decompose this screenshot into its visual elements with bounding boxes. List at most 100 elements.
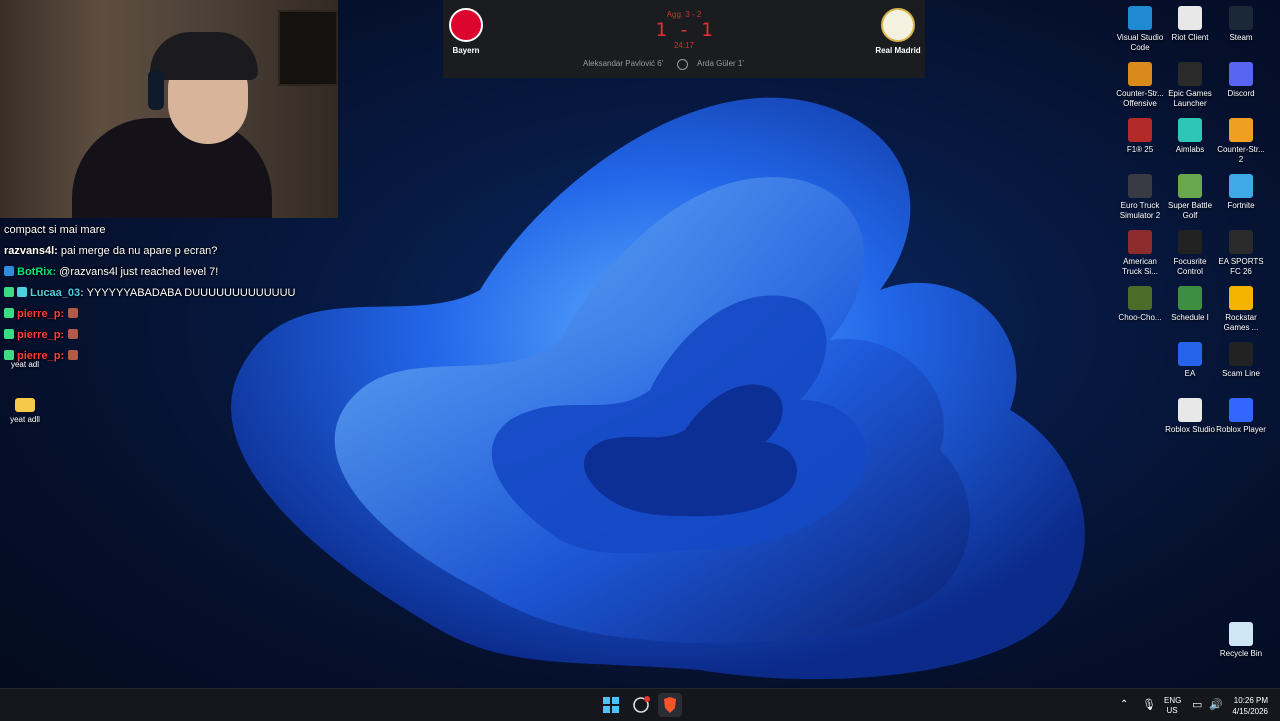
desktop-icon-label: Schedule I bbox=[1171, 313, 1209, 322]
desktop-icon-label: Visual Studio Code bbox=[1116, 33, 1164, 52]
chat-message: pierre_p: bbox=[4, 325, 334, 346]
roblox-studio-icon bbox=[1178, 398, 1202, 422]
desktop-icon-focusrite[interactable]: Focusrite Control bbox=[1165, 230, 1215, 277]
steam-icon bbox=[1229, 6, 1253, 30]
desktop-icon-label: Scam Line bbox=[1222, 369, 1260, 378]
emote-icon bbox=[68, 350, 79, 360]
microphone-icon[interactable]: 🎙 bbox=[1142, 698, 1156, 711]
chat-text: pai merge da nu apare p ecran? bbox=[57, 245, 218, 257]
streamer-cap bbox=[150, 32, 258, 80]
desktop-icon-steam[interactable]: Steam bbox=[1216, 6, 1266, 43]
emote-icon bbox=[68, 308, 79, 318]
desktop-icon-discord[interactable]: Discord bbox=[1216, 62, 1266, 99]
match-scoreboard: Bayern Agg. 3 - 2 1 - 1 24:17 Real Madri… bbox=[443, 0, 925, 78]
desktop-icon-fortnite[interactable]: Fortnite bbox=[1216, 174, 1266, 211]
network-icon[interactable]: ▭ bbox=[1192, 698, 1202, 711]
desktop-icon-cs2[interactable]: Counter-Str... 2 bbox=[1216, 118, 1266, 165]
desktop-icon-label: EA bbox=[1184, 369, 1196, 378]
desktop-icon-roblox[interactable]: Roblox Player bbox=[1216, 398, 1266, 435]
show-hidden-icons-button[interactable]: ⌃ bbox=[1120, 699, 1128, 710]
subscriber-badge-icon bbox=[4, 308, 14, 318]
desktop-icon-label: Riot Client bbox=[1171, 33, 1209, 42]
subscriber-badge-icon bbox=[4, 350, 14, 360]
desktop-icon-label: American Truck Si... bbox=[1122, 257, 1158, 276]
taskbar-app-brave[interactable] bbox=[658, 693, 682, 717]
epic-icon bbox=[1178, 62, 1202, 86]
file-icon bbox=[1178, 6, 1202, 30]
desktop-icon-label: Roblox Studio bbox=[1165, 425, 1215, 434]
desktop-icon-label: Counter-Str... 2 bbox=[1217, 145, 1265, 164]
volume-icon[interactable]: 🔊 bbox=[1209, 698, 1223, 711]
clock[interactable]: 10:26 PM 4/15/2026 bbox=[1228, 695, 1268, 717]
desktop-icon-label: Focusrite Control bbox=[1173, 257, 1207, 276]
chat-overlay: compact si mai mare razvans4l: pai merge… bbox=[4, 212, 334, 367]
chat-username: razvans4l: bbox=[4, 245, 58, 257]
desktop-icon-ea[interactable]: EA bbox=[1165, 342, 1215, 379]
desktop-icon-yeat-adll[interactable]: yeat adll bbox=[0, 398, 50, 425]
desktop-icon-epic[interactable]: Epic Games Launcher bbox=[1165, 62, 1215, 109]
subscriber-badge-icon bbox=[4, 287, 14, 297]
desktop-icon-choo[interactable]: Choo-Cho... bbox=[1115, 286, 1165, 323]
desktop-icon-fc[interactable]: EA SPORTS FC 26 bbox=[1216, 230, 1266, 277]
desktop-icon-label: Steam bbox=[1229, 33, 1253, 42]
vscode-icon bbox=[1128, 6, 1152, 30]
scamline-icon bbox=[1229, 342, 1253, 366]
focusrite-icon bbox=[1178, 230, 1202, 254]
desktop-icon-schedule[interactable]: Schedule I bbox=[1165, 286, 1215, 323]
chat-username: pierre_p: bbox=[17, 329, 65, 341]
chat-message: Lucaa_03: YYYYYYABADABA DUUUUUUUUUUUUU bbox=[4, 283, 334, 304]
desktop-icon-roblox-studio[interactable]: Roblox Studio bbox=[1165, 398, 1215, 435]
desktop-icon-label: yeat adll bbox=[10, 415, 40, 424]
chatgpt-icon bbox=[633, 696, 650, 713]
desktop-icon-yeat-adl[interactable]: yeat adl bbox=[0, 360, 50, 370]
cs2-icon bbox=[1229, 118, 1253, 142]
desktop-icon-f1[interactable]: F1® 25 bbox=[1115, 118, 1165, 155]
desktop-icon-label: F1® 25 bbox=[1126, 145, 1154, 154]
truck-icon bbox=[1128, 230, 1152, 254]
chat-text: compact si mai mare bbox=[4, 224, 106, 236]
recycle-bin-icon bbox=[1229, 622, 1253, 646]
desktop-icon-csgo[interactable]: Counter-Str... Offensive bbox=[1115, 62, 1165, 109]
clock-date: 4/15/2026 bbox=[1232, 707, 1268, 716]
roblox-icon bbox=[1229, 398, 1253, 422]
csgo-icon bbox=[1128, 62, 1152, 86]
rockstar-icon bbox=[1229, 286, 1253, 310]
desktop-icon-scamline[interactable]: Scam Line bbox=[1216, 342, 1266, 379]
truck-icon bbox=[1128, 174, 1152, 198]
f1-icon bbox=[1128, 118, 1152, 142]
desktop-icon-recycle-bin[interactable]: Recycle Bin bbox=[1216, 622, 1266, 659]
desktop-icon-truck[interactable]: American Truck Si... bbox=[1115, 230, 1165, 277]
gift-badge-icon bbox=[17, 287, 27, 297]
language-code: ENG bbox=[1164, 696, 1182, 705]
choo-icon bbox=[1128, 286, 1152, 310]
desktop-icon-label: Rockstar Games ... bbox=[1223, 313, 1259, 332]
language-indicator[interactable]: ENG US bbox=[1164, 696, 1182, 716]
windows-icon bbox=[603, 697, 619, 713]
desktop-icon-truck[interactable]: Euro Truck Simulator 2 bbox=[1115, 174, 1165, 221]
desktop-icon-aimlabs[interactable]: Aimlabs bbox=[1165, 118, 1215, 155]
chat-username: pierre_p: bbox=[17, 308, 65, 320]
taskbar-app-chatgpt[interactable] bbox=[629, 693, 653, 717]
home-scorer: Aleksandar Pavlović 6' bbox=[583, 59, 664, 68]
desktop-icon-golf[interactable]: Super Battle Golf bbox=[1165, 174, 1215, 221]
away-scorer: Arda Güler 1' bbox=[697, 59, 744, 68]
subscriber-badge-icon bbox=[4, 329, 14, 339]
schedule-icon bbox=[1178, 286, 1202, 310]
desktop-icon-label: Choo-Cho... bbox=[1118, 313, 1162, 322]
golf-icon bbox=[1178, 174, 1202, 198]
chat-username: Lucaa_03: bbox=[30, 287, 84, 299]
start-button[interactable] bbox=[599, 693, 623, 717]
match-score: 1 - 1 bbox=[655, 19, 713, 41]
fc-icon bbox=[1229, 230, 1253, 254]
away-team: Real Madrid bbox=[868, 8, 928, 55]
desktop-icon-vscode[interactable]: Visual Studio Code bbox=[1115, 6, 1165, 53]
aggregate-score: Agg. 3 - 2 bbox=[666, 10, 702, 19]
desktop-icon-file[interactable]: Riot Client bbox=[1165, 6, 1215, 43]
desktop-icon-rockstar[interactable]: Rockstar Games ... bbox=[1216, 286, 1266, 333]
taskbar: ⌃ 🎙 ENG US ▭ 🔊 10:26 PM 4/15/2026 bbox=[0, 688, 1280, 721]
region-code: US bbox=[1166, 706, 1178, 715]
chat-message: pierre_p: bbox=[4, 346, 334, 367]
desktop-icon-label: Fortnite bbox=[1227, 201, 1255, 210]
desktop-icon-label: EA SPORTS FC 26 bbox=[1218, 257, 1264, 276]
match-clock: 24:17 bbox=[673, 41, 695, 50]
